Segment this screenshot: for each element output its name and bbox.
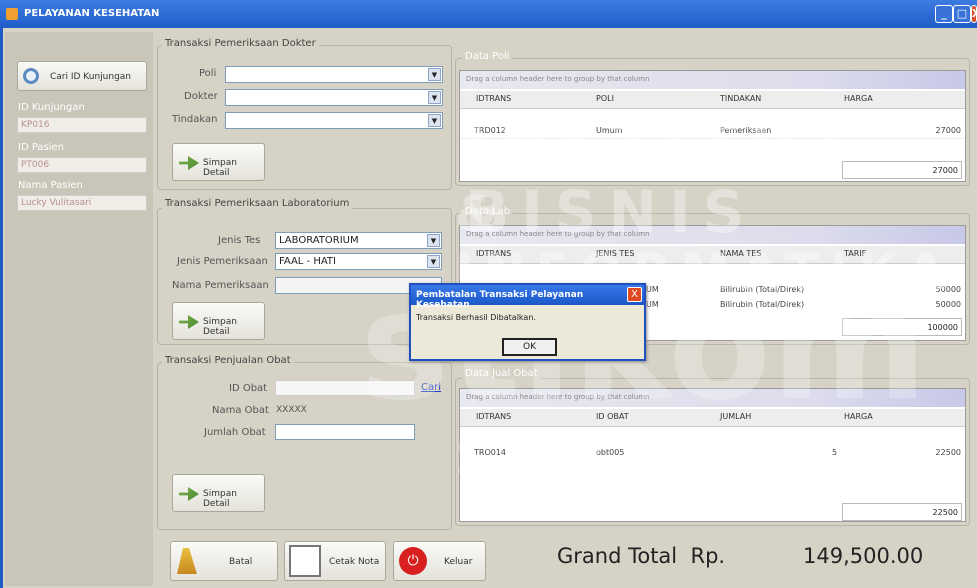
chevron-down-icon: ▼ bbox=[427, 234, 440, 247]
lab-group-title: Transaksi Pemeriksaan Laboratorium bbox=[162, 198, 353, 209]
cell: 50000 bbox=[935, 300, 961, 309]
doctor-label: Dokter bbox=[184, 91, 218, 102]
save-arrow-icon bbox=[179, 315, 199, 329]
exit-button[interactable]: ⏻ Keluar bbox=[393, 541, 486, 581]
col-header[interactable]: TINDAKAN bbox=[720, 94, 761, 103]
broom-icon bbox=[177, 548, 197, 574]
exam-type-label: Jenis Pemeriksaan bbox=[177, 256, 268, 267]
save-medicine-button[interactable]: Simpan Detail bbox=[172, 474, 265, 512]
test-type-select[interactable]: LABORATORIUM ▼ bbox=[275, 232, 442, 249]
patient-name-label: Nama Pasien bbox=[18, 180, 83, 191]
cancel-confirm-dialog: Pembatalan Transaksi Pelayanan Kesehatan… bbox=[409, 283, 646, 361]
chevron-down-icon: ▼ bbox=[428, 91, 441, 104]
save-medicine-label: Simpan Detail bbox=[203, 489, 237, 509]
test-type-label: Jenis Tes bbox=[218, 235, 261, 246]
search-visit-button[interactable]: Cari ID Kunjungan bbox=[17, 61, 147, 91]
save-lab-label: Simpan Detail bbox=[203, 317, 237, 337]
doctor-select[interactable]: ▼ bbox=[225, 89, 443, 106]
dialog-title: Pembatalan Transaksi Pelayanan Kesehatan bbox=[411, 285, 644, 310]
search-icon bbox=[23, 68, 39, 84]
save-doctor-label: Simpan Detail bbox=[203, 158, 237, 178]
search-visit-label: Cari ID Kunjungan bbox=[50, 72, 132, 82]
grand-total-label: Grand Total Rp. bbox=[557, 544, 726, 568]
poli-group-dropzone[interactable]: Drag a column header here to group by th… bbox=[460, 71, 965, 89]
cancel-button[interactable]: Batal bbox=[170, 541, 278, 581]
medicine-name-label: Nama Obat bbox=[212, 405, 269, 416]
quantity-label: Jumlah Obat bbox=[204, 427, 266, 438]
close-button[interactable]: X bbox=[971, 5, 977, 23]
poli-label: Poli bbox=[199, 68, 217, 79]
save-lab-button[interactable]: Simpan Detail bbox=[172, 302, 265, 340]
cell: 22500 bbox=[935, 448, 961, 457]
save-arrow-icon bbox=[179, 487, 199, 501]
print-receipt-button[interactable]: Cetak Nota bbox=[284, 541, 386, 581]
patient-name-field: Lucky Vulitasari bbox=[17, 195, 147, 211]
visit-id-label: ID Kunjungan bbox=[18, 102, 85, 113]
chevron-down-icon: ▼ bbox=[428, 114, 441, 127]
medicine-total: 22500 bbox=[842, 503, 962, 521]
medicine-name-value: XXXXX bbox=[276, 405, 307, 415]
action-label: Tindakan bbox=[172, 114, 218, 125]
ok-button[interactable]: OK bbox=[502, 338, 557, 356]
medicine-id-label: ID Obat bbox=[229, 383, 268, 394]
dialog-message: Transaksi Berhasil Dibatalkan. bbox=[416, 313, 536, 322]
col-header[interactable]: HARGA bbox=[844, 94, 873, 103]
exam-type-value: FAAL - HATI bbox=[279, 256, 336, 267]
col-header[interactable]: POLI bbox=[596, 94, 614, 103]
patient-id-label: ID Pasien bbox=[18, 142, 65, 153]
exit-label: Keluar bbox=[444, 557, 473, 567]
test-type-value: LABORATORIUM bbox=[279, 235, 359, 246]
medicine-group-title: Transaksi Penjualan Obat bbox=[162, 355, 294, 366]
patient-id-field: PT006 bbox=[17, 157, 147, 173]
dialog-close-button[interactable]: X bbox=[627, 287, 642, 302]
minimize-button[interactable]: _ bbox=[935, 5, 953, 23]
col-header[interactable]: IDTRANS bbox=[476, 94, 511, 103]
patient-panel bbox=[5, 32, 153, 586]
app-icon bbox=[6, 8, 18, 20]
poli-select[interactable]: ▼ bbox=[225, 66, 443, 83]
visit-id-field: KP016 bbox=[17, 117, 147, 133]
poli-grid-header: IDTRANS POLI TINDAKAN HARGA bbox=[460, 91, 965, 109]
grand-total-value: 149,500.00 bbox=[803, 544, 924, 568]
receipt-icon bbox=[289, 545, 321, 577]
save-doctor-button[interactable]: Simpan Detail bbox=[172, 143, 265, 181]
power-icon: ⏻ bbox=[399, 547, 427, 575]
action-select[interactable]: ▼ bbox=[225, 112, 443, 129]
poli-grid-title: Data Poli bbox=[462, 51, 513, 62]
title-bar: PELAYANAN KESEHATAN bbox=[0, 0, 977, 28]
window-title: PELAYANAN KESEHATAN bbox=[24, 8, 160, 19]
maximize-button[interactable]: □ bbox=[953, 5, 971, 23]
watermark-text: SURABAYA bbox=[455, 428, 903, 488]
save-arrow-icon bbox=[179, 156, 199, 170]
chevron-down-icon: ▼ bbox=[428, 68, 441, 81]
cancel-label: Batal bbox=[229, 557, 253, 567]
exam-name-label: Nama Pemeriksaan bbox=[172, 280, 269, 291]
doctor-group-title: Transaksi Pemeriksaan Dokter bbox=[162, 38, 319, 49]
print-receipt-label: Cetak Nota bbox=[329, 557, 380, 567]
